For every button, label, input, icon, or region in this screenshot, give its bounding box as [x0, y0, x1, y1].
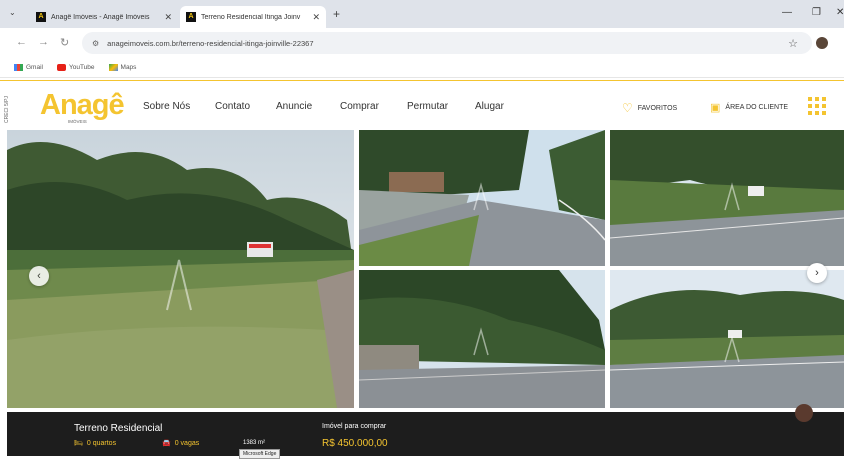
tab-anage-home[interactable]: A Anagê Imóveis - Anagê Imóveis ✕ [30, 6, 178, 28]
anage-logo[interactable]: Anagê IMÓVEIS [40, 87, 125, 125]
favorites-link[interactable]: ♡ FAVORITOS [622, 101, 677, 115]
client-area-label: ÁREA DO CLIENTE [725, 104, 789, 111]
logo-subtext: IMÓVEIS [68, 119, 87, 124]
bedrooms-text: 0 quartos [86, 439, 117, 447]
gallery-photo-main[interactable] [7, 130, 354, 408]
bed-icon: 🛏 [74, 440, 83, 447]
property-summary-bar: Terreno Residencial 🛏 0 quartos 🚘 0 vaga… [7, 412, 844, 459]
bookmark-maps[interactable]: Maps [108, 64, 137, 71]
property-title: Terreno Residencial [74, 423, 163, 434]
tab-title: Anagê Imóveis - Anagê Imóveis [51, 13, 150, 21]
tab-title: Terreno Residencial Itinga Joinv [201, 13, 301, 21]
parking-info: 🚘 0 vagas [162, 439, 200, 448]
nav-contato[interactable]: Contato [215, 101, 250, 112]
forward-icon[interactable]: → [38, 36, 49, 48]
nav-anuncie[interactable]: Anuncie [276, 101, 312, 112]
bookmark-label: YouTube [68, 64, 95, 71]
gallery-next-button[interactable]: › [807, 263, 827, 283]
site-info-icon[interactable]: ⚙ [92, 39, 99, 48]
nav-permutar[interactable]: Permutar [407, 101, 448, 112]
price-value: R$ 450.000,00 [322, 438, 388, 449]
apps-grid-icon[interactable] [808, 97, 826, 115]
maps-icon [108, 64, 118, 71]
gallery-photo-4[interactable] [610, 270, 844, 408]
bookmark-gmail[interactable]: Gmail [14, 64, 43, 71]
url-text: anageimoveis.com.br/terreno-residencial-… [107, 38, 314, 48]
anage-favicon-icon: A [36, 12, 46, 22]
nav-comprar[interactable]: Comprar [340, 101, 379, 112]
heart-icon: ♡ [622, 101, 633, 115]
nav-sobre-nos[interactable]: Sobre Nós [143, 101, 190, 112]
photo-gallery [7, 130, 844, 410]
floating-action-button[interactable] [795, 404, 813, 422]
parking-text: 0 vagas [174, 439, 200, 447]
client-area-link[interactable]: ▣ ÁREA DO CLIENTE [710, 101, 788, 114]
bookmark-label: Gmail [26, 64, 43, 71]
nav-alugar[interactable]: Alugar [475, 101, 504, 112]
car-icon: 🚘 [162, 440, 171, 447]
minimize-icon[interactable]: — [782, 7, 792, 18]
new-tab-icon[interactable]: + [333, 7, 340, 21]
close-tab-icon[interactable]: ✕ [164, 12, 172, 23]
area-info: 1383 m² [243, 440, 266, 446]
favorites-label: FAVORITOS [637, 104, 678, 112]
bookmark-label: Maps [120, 64, 137, 71]
gallery-photo-3[interactable] [359, 270, 605, 408]
reload-icon[interactable]: ↻ [60, 36, 69, 49]
browser-tooltip: Microsoft Edge [239, 449, 281, 459]
gallery-photo-1[interactable] [359, 130, 605, 266]
tab-search-icon[interactable]: ⌄ [9, 8, 16, 17]
restore-icon[interactable]: ❐ [812, 7, 821, 18]
close-tab-icon[interactable]: ✕ [312, 12, 320, 23]
creci-label: CRECI 5/PJ [4, 96, 10, 123]
logo-text: Anagê [40, 89, 125, 121]
bookmark-youtube[interactable]: YouTube [56, 64, 95, 71]
youtube-icon [56, 64, 66, 71]
address-bar-row: ← → ↻ ⚙ anageimoveis.com.br/terreno-resi… [0, 28, 844, 58]
close-window-icon[interactable]: ✕ [836, 7, 844, 18]
sale-label: Imóvel para comprar [322, 423, 387, 430]
site-header: CRECI 5/PJ Anagê IMÓVEIS Sobre Nós Conta… [0, 80, 844, 130]
profile-avatar[interactable] [816, 37, 828, 49]
tab-terreno[interactable]: A Terreno Residencial Itinga Joinv ✕ [180, 6, 326, 28]
anage-favicon-icon: A [186, 12, 196, 22]
gallery-prev-button[interactable]: ‹ [29, 266, 49, 286]
bookmarks-bar: Gmail YouTube Maps [0, 58, 844, 78]
browser-tab-strip: ⌄ A Anagê Imóveis - Anagê Imóveis ✕ A Te… [0, 0, 844, 28]
back-icon[interactable]: ← [16, 36, 27, 48]
bookmark-star-icon[interactable]: ☆ [788, 37, 798, 50]
bedrooms-info: 🛏 0 quartos [74, 439, 117, 448]
gmail-icon [14, 64, 23, 71]
user-card-icon: ▣ [710, 102, 721, 114]
url-input[interactable]: ⚙ anageimoveis.com.br/terreno-residencia… [82, 32, 812, 54]
gallery-photo-2[interactable] [610, 130, 844, 266]
